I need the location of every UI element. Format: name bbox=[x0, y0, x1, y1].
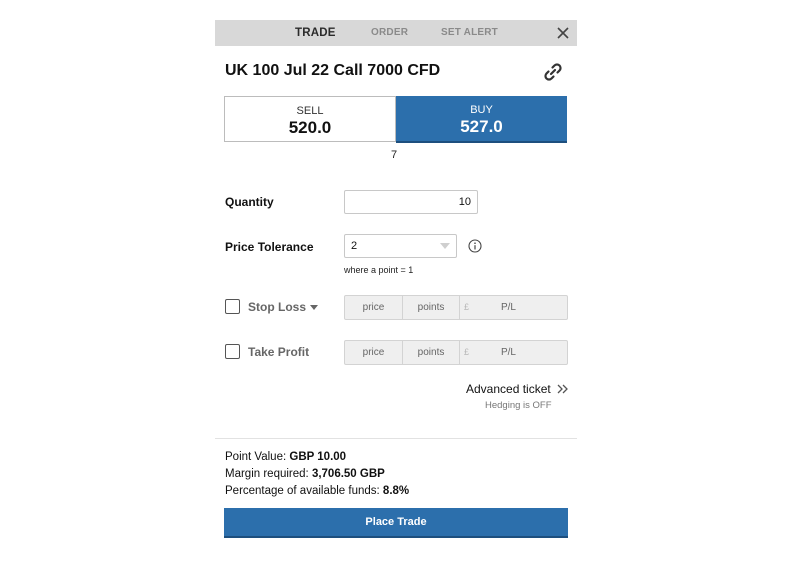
funds-label: Percentage of available funds: bbox=[225, 485, 380, 497]
price-tolerance-value: 2 bbox=[351, 240, 358, 252]
point-value: GBP 10.00 bbox=[289, 451, 347, 463]
stop-loss-pl-field[interactable]: P/L bbox=[474, 296, 567, 319]
buy-label: BUY bbox=[470, 104, 493, 116]
tab-bar: TRADE ORDER SET ALERT bbox=[215, 20, 577, 46]
chevron-down-icon bbox=[310, 305, 319, 311]
stop-loss-label: Stop Loss bbox=[248, 300, 307, 314]
take-profit-currency: £ bbox=[464, 347, 470, 357]
place-trade-button[interactable]: Place Trade bbox=[224, 508, 568, 538]
divider bbox=[215, 438, 577, 439]
sell-label: SELL bbox=[296, 105, 324, 117]
take-profit-checkbox[interactable] bbox=[225, 344, 240, 359]
take-profit-price-field[interactable]: price bbox=[345, 341, 403, 364]
close-icon[interactable] bbox=[555, 25, 571, 41]
take-profit-points-field[interactable]: points bbox=[403, 341, 460, 364]
margin-line: Margin required: 3,706.50 GBP bbox=[225, 468, 385, 480]
sell-button[interactable]: SELL 520.0 bbox=[224, 96, 396, 142]
point-value-label: Point Value: bbox=[225, 451, 287, 463]
tolerance-hint: where a point = 1 bbox=[344, 265, 414, 275]
funds-line: Percentage of available funds: 8.8% bbox=[225, 485, 409, 497]
take-profit-pl-field[interactable]: P/L bbox=[474, 341, 567, 364]
stop-loss-price-field[interactable]: price bbox=[345, 296, 403, 319]
stop-loss-points-field[interactable]: points bbox=[403, 296, 460, 319]
take-profit-fields: price points £ P/L bbox=[344, 340, 568, 365]
margin-value: 3,706.50 GBP bbox=[311, 468, 385, 480]
buy-button[interactable]: BUY 527.0 bbox=[396, 96, 567, 143]
info-icon[interactable] bbox=[468, 239, 482, 253]
dropdown-arrow-icon bbox=[440, 243, 450, 249]
tab-trade[interactable]: TRADE bbox=[295, 20, 336, 46]
tab-set-alert[interactable]: SET ALERT bbox=[441, 20, 498, 46]
spread-value: 7 bbox=[391, 149, 398, 161]
price-tolerance-select[interactable]: 2 bbox=[344, 234, 457, 258]
margin-label: Margin required: bbox=[225, 468, 309, 480]
quantity-label: Quantity bbox=[225, 195, 274, 209]
stop-loss-checkbox[interactable] bbox=[225, 299, 240, 314]
point-value-line: Point Value: GBP 10.00 bbox=[225, 451, 346, 463]
sell-price: 520.0 bbox=[288, 118, 332, 137]
advanced-ticket-link[interactable]: Advanced ticket bbox=[466, 382, 551, 396]
funds-value: 8.8% bbox=[382, 485, 410, 497]
buy-price: 527.0 bbox=[460, 117, 503, 136]
link-icon[interactable] bbox=[541, 60, 565, 84]
take-profit-label[interactable]: Take Profit bbox=[248, 345, 309, 359]
chevron-double-right-icon[interactable] bbox=[556, 383, 570, 395]
tab-order[interactable]: ORDER bbox=[371, 20, 408, 46]
stop-loss-toggle[interactable]: Stop Loss bbox=[248, 300, 319, 314]
deal-ticket-panel: TRADE ORDER SET ALERT UK 100 Jul 22 Call… bbox=[215, 20, 577, 546]
instrument-title: UK 100 Jul 22 Call 7000 CFD bbox=[225, 62, 441, 79]
stop-loss-currency: £ bbox=[464, 302, 470, 312]
hedging-status: Hedging is OFF bbox=[485, 400, 552, 411]
price-tolerance-label: Price Tolerance bbox=[225, 240, 314, 254]
quantity-input[interactable]: 10 bbox=[344, 190, 478, 214]
stop-loss-fields: price points £ P/L bbox=[344, 295, 568, 320]
